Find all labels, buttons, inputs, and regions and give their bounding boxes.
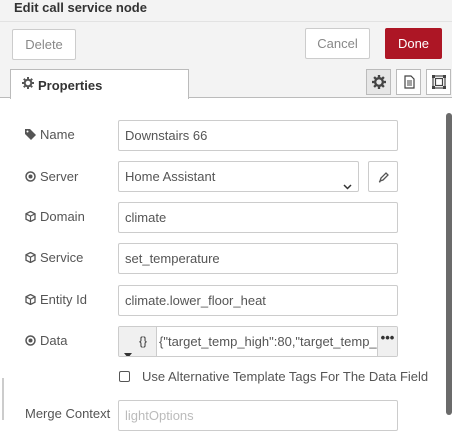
- cancel-button[interactable]: Cancel: [305, 28, 370, 59]
- json-type-label: {}: [139, 334, 148, 348]
- node-settings-tab-button[interactable]: [366, 69, 391, 95]
- merge-context-label: Merge Context: [25, 406, 111, 421]
- chevron-down-icon: [343, 172, 352, 191]
- tag-icon: [25, 127, 40, 142]
- server-select[interactable]: Home Assistant: [118, 161, 359, 192]
- data-type-button[interactable]: {}: [119, 327, 157, 356]
- edit-server-button[interactable]: [368, 161, 398, 192]
- resize-handle[interactable]: [2, 378, 4, 420]
- gear-icon: [22, 77, 34, 92]
- tray-title: Edit call service node: [14, 0, 147, 15]
- expand-editor-button[interactable]: •••: [377, 327, 397, 356]
- tray-toolbar: Delete Cancel Done: [0, 22, 452, 68]
- alt-template-tags-checkbox[interactable]: [119, 371, 130, 382]
- dot-circle-icon: [25, 333, 40, 348]
- server-label: Server: [25, 169, 78, 184]
- data-label: Data: [25, 333, 67, 348]
- entity-id-input[interactable]: climate.lower_floor_heat: [118, 285, 398, 316]
- service-label: Service: [25, 250, 83, 265]
- entity-id-label: Entity Id: [25, 292, 87, 307]
- scrollbar[interactable]: [446, 113, 452, 415]
- done-button[interactable]: Done: [385, 28, 442, 59]
- domain-label: Domain: [25, 209, 85, 224]
- alt-template-tags-label: Use Alternative Template Tags For The Da…: [142, 369, 429, 384]
- name-input[interactable]: Downstairs 66: [118, 120, 398, 151]
- server-select-value: Home Assistant: [125, 169, 216, 184]
- tab-bar: Properties: [0, 68, 452, 99]
- tray-header: Edit call service node: [0, 0, 452, 22]
- cube-icon: [25, 292, 40, 307]
- caret-down-icon: [124, 339, 132, 356]
- name-label: Name: [25, 127, 75, 142]
- dot-circle-icon: [25, 169, 40, 184]
- service-input[interactable]: set_temperature: [118, 243, 398, 274]
- description-tab-button[interactable]: [396, 69, 421, 95]
- delete-button[interactable]: Delete: [12, 29, 76, 60]
- data-typed-input[interactable]: {} {"target_temp_high":80,"target_temp_l…: [118, 326, 398, 357]
- cube-icon: [25, 250, 40, 265]
- domain-input[interactable]: climate: [118, 202, 398, 233]
- tab-properties[interactable]: Properties: [10, 69, 189, 99]
- merge-context-input[interactable]: lightOptions: [118, 400, 398, 431]
- cube-icon: [25, 209, 40, 224]
- appearance-tab-button[interactable]: [426, 69, 451, 95]
- ellipsis-icon: •••: [380, 330, 395, 345]
- data-value: {"target_temp_high":80,"target_temp_low"…: [159, 334, 379, 349]
- tab-properties-label: Properties: [38, 78, 103, 93]
- properties-panel: Name Downstairs 66 Server Home Assistant…: [0, 99, 452, 431]
